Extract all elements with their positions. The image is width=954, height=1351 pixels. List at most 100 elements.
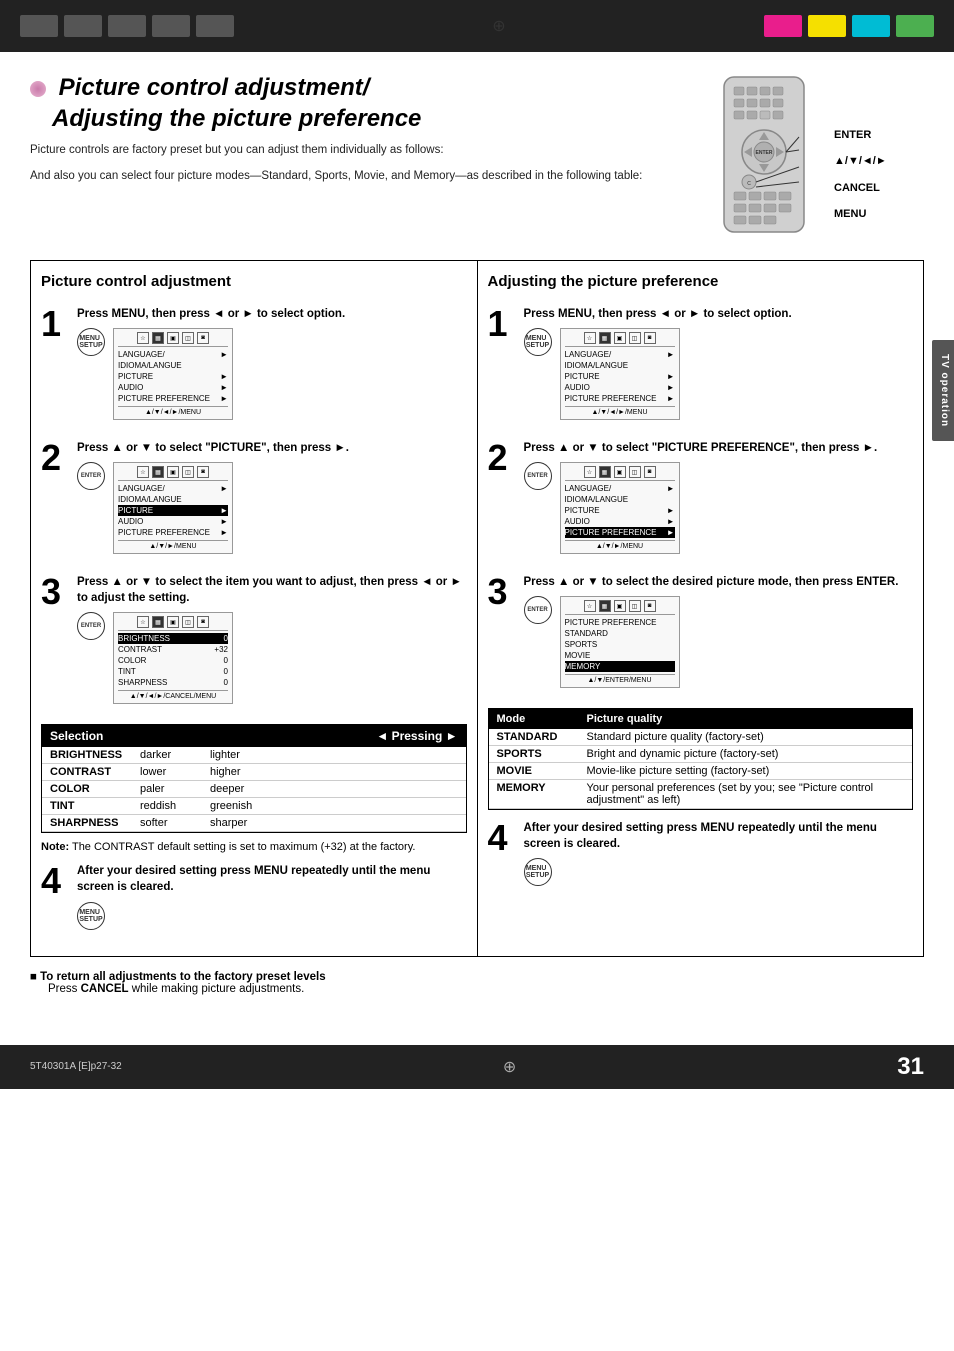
cancel-bold: CANCEL xyxy=(81,983,129,995)
title-line2: Adjusting the picture preference xyxy=(52,105,421,132)
menu-icons-row-r2: ☆ ▦ ▣ ◫ ◙ xyxy=(565,466,675,481)
right-step-3: 3 Press ▲ or ▼ to select the desired pic… xyxy=(488,574,914,696)
menu-r2-audio: AUDIO► xyxy=(565,516,675,527)
menu-r1-picture: PICTURE► xyxy=(565,371,675,382)
left-step-4: 4 After your desired setting press MENU … xyxy=(41,863,467,931)
menu-footer-3: ▲/▼/◄/►/CANCEL/MENU xyxy=(118,690,228,700)
menu-icon-3-1: ☆ xyxy=(137,616,149,628)
menu-screen-r1: ☆ ▦ ▣ ◫ ◙ LANGUAGE/► IDIOMA/LANGUE PICTU… xyxy=(560,328,680,420)
bottom-crosshair-icon: ⊕ xyxy=(503,1057,516,1077)
right-step3-content: Press ▲ or ▼ to select the desired pictu… xyxy=(524,574,914,696)
menu-r2-language: LANGUAGE/► xyxy=(565,483,675,494)
menu-row-language: LANGUAGE/► xyxy=(118,349,228,360)
left-step-3: 3 Press ▲ or ▼ to select the item you wa… xyxy=(41,574,467,712)
sel-sharpness-name: SHARPNESS xyxy=(50,817,140,829)
menu-icons-row-3: ☆ ▦ ▣ ◫ ◙ xyxy=(118,616,228,631)
right-col-header: Adjusting the picture preference xyxy=(488,273,914,296)
menu-icon-r1-1: ☆ xyxy=(584,332,596,344)
selection-label: Selection xyxy=(50,729,103,743)
right-step-1: 1 Press MENU, then press ◄ or ► to selec… xyxy=(488,306,914,428)
menu-footer-2: ▲/▼/►/MENU xyxy=(118,540,228,550)
remote-svg: ENTER C xyxy=(704,72,824,242)
title-text-area: Picture control adjustment/ Adjusting th… xyxy=(30,72,674,185)
menu2-row-language: LANGUAGE/► xyxy=(118,483,228,494)
menu-icons-row-r1: ☆ ▦ ▣ ◫ ◙ xyxy=(565,332,675,347)
menu-icon-2-3: ▣ xyxy=(167,466,179,478)
right-step-4: 4 After your desired setting press MENU … xyxy=(488,820,914,888)
right-step1-diagram: MENUSETUP ☆ ▦ ▣ ◫ ◙ LANGUAGE/► IDIOMA/LA… xyxy=(524,328,914,420)
sel-row-contrast: CONTRAST lower higher xyxy=(42,764,466,781)
menu-screen-1: ☆ ▦ ▣ ◫ ◙ LANGUAGE/► IDIOMA/LANGUE PICTU… xyxy=(113,328,233,420)
menu-icon-r2-5: ◙ xyxy=(644,466,656,478)
menu-setup-icon-3: ENTER xyxy=(77,612,105,640)
menu-screen-r3: ☆ ▦ ▣ ◫ ◙ PICTURE PREFERENCE STANDARD SP… xyxy=(560,596,680,688)
right-step1-content: Press MENU, then press ◄ or ► to select … xyxy=(524,306,914,428)
menu-footer-r3: ▲/▼/ENTER/MENU xyxy=(565,674,675,684)
color-block-pink xyxy=(764,15,802,37)
menu3-row-color: COLOR0 xyxy=(118,655,228,666)
sel-color-left: paler xyxy=(140,783,210,795)
menu-icon-2-1: ☆ xyxy=(137,466,149,478)
sel-contrast-right: higher xyxy=(210,766,280,778)
selection-header: Selection ◄ Pressing ► xyxy=(42,725,466,747)
bar-block-4 xyxy=(152,15,190,37)
menu3-row-brightness: BRIGHTNESS0 xyxy=(118,633,228,644)
sel-row-tint: TINT reddish greenish xyxy=(42,798,466,815)
svg-text:C: C xyxy=(747,181,751,187)
left-step2-diagram: ENTER ☆ ▦ ▣ ◫ ◙ LANGUAGE/► IDIOMA/LANGUE xyxy=(77,462,467,554)
left-col-header: Picture control adjustment xyxy=(41,273,467,296)
left-step1-content: Press MENU, then press ◄ or ► to select … xyxy=(77,306,467,428)
menu-row-picture: PICTURE► xyxy=(118,371,228,382)
menu-icons-row-1: ☆ ▦ ▣ ◫ ◙ xyxy=(118,332,228,347)
bar-block-2 xyxy=(64,15,102,37)
right-step2-text: Press ▲ or ▼ to select "PICTURE PREFEREN… xyxy=(524,440,914,456)
left-step1-text: Press MENU, then press ◄ or ► to select … xyxy=(77,306,467,322)
left-step4-num: 4 xyxy=(41,863,69,899)
menu-row-idioma: IDIOMA/LANGUE xyxy=(118,360,228,371)
factory-note-text: Press CANCEL while making picture adjust… xyxy=(48,983,924,995)
mode-movie-name: MOVIE xyxy=(497,765,567,777)
left-step2-text: Press ▲ or ▼ to select "PICTURE", then p… xyxy=(77,440,467,456)
left-step2-num: 2 xyxy=(41,440,69,476)
menu-icon-r1-3: ▣ xyxy=(614,332,626,344)
menu-row-audio: AUDIO► xyxy=(118,382,228,393)
menu-screen-3: ☆ ▦ ▣ ◫ ◙ BRIGHTNESS0 CONTRAST+32 COLOR0… xyxy=(113,612,233,704)
menu-setup-icon-1: MENUSETUP xyxy=(77,328,105,356)
menu-icon-r3-3: ▣ xyxy=(614,600,626,612)
sel-sharpness-right: sharper xyxy=(210,817,280,829)
menu3-row-tint: TINT0 xyxy=(118,666,228,677)
menu-icon-2-2: ▦ xyxy=(152,466,164,478)
sel-contrast-left: lower xyxy=(140,766,210,778)
title-oval-icon xyxy=(30,81,46,97)
note-box: Note: The CONTRAST default setting is se… xyxy=(41,841,467,853)
color-block-cyan xyxy=(852,15,890,37)
remote-labels: ENTER ▲/▼/◄/► CANCEL MENU xyxy=(834,122,887,228)
left-step1-num: 1 xyxy=(41,306,69,342)
right-step4-num: 4 xyxy=(488,820,516,856)
remote-label-menu: MENU xyxy=(834,201,887,227)
right-column: Adjusting the picture preference 1 Press… xyxy=(478,261,924,956)
bottom-left-text: 5T40301A [E]p27-32 xyxy=(30,1061,122,1072)
menu-r2-idioma: IDIOMA/LANGUE xyxy=(565,494,675,505)
top-bar-color-blocks xyxy=(764,15,934,37)
menu2-row-pref: PICTURE PREFERENCE► xyxy=(118,527,228,538)
title-desc2: And also you can select four picture mod… xyxy=(30,168,674,185)
menu-row-pref: PICTURE PREFERENCE► xyxy=(118,393,228,404)
note-title: Note: xyxy=(41,841,69,853)
remote-label-enter: ENTER xyxy=(834,122,887,148)
left-step3-diagram: ENTER ☆ ▦ ▣ ◫ ◙ BRIGHTNESS0 CONTRAST+32 xyxy=(77,612,467,704)
menu-footer-r2: ▲/▼/►/MENU xyxy=(565,540,675,550)
left-step4-text: After your desired setting press MENU re… xyxy=(77,863,467,895)
selection-table: Selection ◄ Pressing ► BRIGHTNESS darker… xyxy=(41,724,467,833)
right-step-2: 2 Press ▲ or ▼ to select "PICTURE PREFER… xyxy=(488,440,914,562)
right-step3-diagram: ENTER ☆ ▦ ▣ ◫ ◙ PICTURE PREFERENCE STAND… xyxy=(524,596,914,688)
menu-setup-icon-2: ENTER xyxy=(77,462,105,490)
color-block-green xyxy=(896,15,934,37)
sel-tint-left: reddish xyxy=(140,800,210,812)
menu-r1-audio: AUDIO► xyxy=(565,382,675,393)
menu-icon-r2-2: ▦ xyxy=(599,466,611,478)
tv-operation-tab: TV operation xyxy=(932,340,954,441)
menu-screen-r2: ☆ ▦ ▣ ◫ ◙ LANGUAGE/► IDIOMA/LANGUE PICTU… xyxy=(560,462,680,554)
left-step-1: 1 Press MENU, then press ◄ or ► to selec… xyxy=(41,306,467,428)
mode-table: Mode Picture quality STANDARD Standard p… xyxy=(488,708,914,810)
